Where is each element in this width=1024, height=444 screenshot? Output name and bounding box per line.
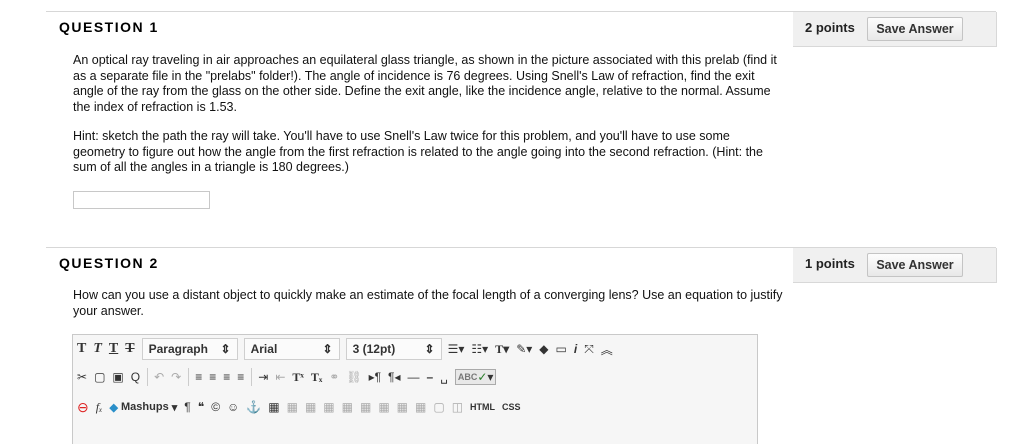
- font-family-value: Arial: [250, 342, 278, 356]
- question-2-sidebar: 1 points Save Answer: [793, 248, 997, 283]
- table-icon[interactable]: ▦: [268, 400, 279, 414]
- font-size-value: 3 (12pt): [352, 342, 396, 356]
- info-icon[interactable]: i: [574, 342, 577, 356]
- insert-col-before-icon[interactable]: ▦: [378, 400, 389, 414]
- block-format-value: Paragraph: [148, 342, 208, 356]
- align-justify-icon[interactable]: ≡: [237, 370, 244, 384]
- paragraph-mark-icon[interactable]: ¶: [184, 400, 190, 414]
- font-family-select[interactable]: Arial ⇕: [243, 338, 340, 360]
- nonbreaking-hyphen-icon[interactable]: –: [427, 370, 434, 384]
- align-center-icon[interactable]: ≡: [209, 370, 216, 384]
- unlink-icon[interactable]: ⛓: [346, 370, 361, 384]
- mashups-label: Mashups: [121, 401, 169, 413]
- select-arrows-icon: ⇕: [424, 342, 435, 356]
- text-color-icon[interactable]: T▾: [495, 342, 509, 357]
- question-1-save-button[interactable]: Save Answer: [867, 17, 963, 41]
- spellcheck-label: ABC: [457, 372, 478, 382]
- question-2-points: 1 points: [805, 256, 855, 271]
- select-arrows-icon: ⇕: [322, 342, 333, 356]
- merge-cells-icon[interactable]: ◫: [452, 400, 463, 414]
- delete-col-icon[interactable]: ▦: [415, 400, 426, 414]
- record-icon[interactable]: ⊖: [77, 399, 89, 416]
- separator: [147, 368, 149, 386]
- question-2-save-button[interactable]: Save Answer: [867, 253, 963, 277]
- separator: [251, 368, 253, 386]
- cleanup-icon[interactable]: ◆: [539, 342, 548, 356]
- undo-icon[interactable]: ↶: [154, 370, 164, 384]
- question-2-title: QUESTION 2: [59, 255, 159, 271]
- rich-text-editor: T T T T Paragraph ⇕ Arial ⇕ 3 (12pt) ⇕ ☰▾ ☷…: [72, 334, 758, 444]
- insert-col-after-icon[interactable]: ▦: [397, 400, 408, 414]
- rtl-icon[interactable]: ¶◂: [388, 370, 400, 384]
- question-1-answer-input[interactable]: [73, 191, 210, 209]
- align-left-icon[interactable]: ≡: [195, 370, 202, 384]
- anchor-icon[interactable]: ⚓: [246, 400, 261, 414]
- separator: [188, 368, 190, 386]
- question-1-text: An optical ray traveling in air approach…: [73, 53, 777, 114]
- highlight-icon[interactable]: ✎▾: [516, 342, 532, 356]
- question-2-text: How can you use a distant object to quic…: [73, 288, 783, 318]
- insert-row-after-icon[interactable]: ▦: [342, 400, 353, 414]
- paste-icon[interactable]: ▣: [112, 370, 123, 384]
- italic-icon[interactable]: T: [93, 341, 102, 357]
- superscript-icon[interactable]: Tˣ: [292, 370, 303, 385]
- nonbreaking-space-icon[interactable]: ␣: [440, 370, 448, 384]
- formula-icon[interactable]: fₓ: [96, 400, 103, 415]
- question-1-hint: Hint: sketch the path the ray will take.…: [73, 129, 763, 174]
- table-row-props-icon[interactable]: ▦: [287, 400, 298, 414]
- mashups-icon: ◆: [109, 401, 118, 414]
- block-format-select[interactable]: Paragraph ⇕: [141, 338, 238, 360]
- bullet-list-icon[interactable]: ☰▾: [448, 342, 465, 356]
- checkmark-icon: ✓: [477, 370, 488, 384]
- ltr-icon[interactable]: ▸¶: [369, 370, 381, 384]
- blockquote-icon[interactable]: ❝: [198, 400, 204, 414]
- preview-icon[interactable]: ▭: [556, 342, 567, 356]
- toolbar-row-1: T T T T Paragraph ⇕ Arial ⇕ 3 (12pt) ⇕ ☰▾ ☷…: [77, 337, 620, 361]
- insert-row-before-icon[interactable]: ▦: [323, 400, 334, 414]
- delete-row-icon[interactable]: ▦: [360, 400, 371, 414]
- font-size-select[interactable]: 3 (12pt) ⇕: [345, 338, 442, 360]
- cut-icon[interactable]: ✂: [77, 370, 87, 384]
- horizontal-rule-icon[interactable]: —: [408, 370, 420, 384]
- html-source-button[interactable]: HTML: [470, 402, 495, 412]
- subscript-icon[interactable]: Tₓ: [311, 370, 322, 385]
- table-cell-props-icon[interactable]: ▦: [305, 400, 316, 414]
- question-1: QUESTION 1 2 points Save Answer An optic…: [46, 11, 997, 232]
- underline-icon[interactable]: T: [109, 341, 118, 357]
- question-1-sidebar: 2 points Save Answer: [793, 12, 997, 47]
- emoticon-icon[interactable]: ☺: [227, 400, 239, 414]
- copyright-icon[interactable]: ©: [211, 400, 220, 414]
- collapse-icon[interactable]: ︽: [601, 341, 613, 358]
- select-arrows-icon: ⇕: [220, 342, 231, 356]
- split-cells-icon[interactable]: ▢: [433, 400, 444, 414]
- toolbar-row-3: ⊖ fₓ ◆ Mashups ▾ ¶ ❝ © ☺ ⚓ ▦ ▦ ▦ ▦ ▦ ▦ ▦…: [77, 395, 528, 419]
- mashups-button[interactable]: ◆ Mashups ▾: [109, 401, 177, 414]
- toolbar-row-2: ✂ ▢ ▣ Q ↶ ↷ ≡ ≡ ≡ ≡ ⇥ ⇤ Tˣ Tₓ ⚭ ⛓ ▸¶ ¶◂ …: [77, 365, 503, 389]
- numbered-list-icon[interactable]: ☷▾: [471, 342, 488, 356]
- find-icon[interactable]: Q: [131, 370, 140, 384]
- bold-icon[interactable]: T: [77, 341, 86, 357]
- outdent-icon[interactable]: ⇤: [275, 370, 285, 384]
- copy-icon[interactable]: ▢: [94, 370, 105, 384]
- redo-icon[interactable]: ↷: [171, 370, 181, 384]
- question-1-title: QUESTION 1: [59, 19, 159, 35]
- question-1-points: 2 points: [805, 20, 855, 35]
- spellcheck-icon[interactable]: ABC ✓ ▾: [454, 369, 497, 385]
- css-button[interactable]: CSS: [502, 402, 521, 412]
- indent-icon[interactable]: ⇥: [258, 370, 268, 384]
- fullscreen-icon[interactable]: ⤧: [584, 342, 594, 357]
- align-right-icon[interactable]: ≡: [223, 370, 230, 384]
- strikethrough-icon[interactable]: T: [125, 341, 134, 357]
- link-icon[interactable]: ⚭: [329, 370, 339, 384]
